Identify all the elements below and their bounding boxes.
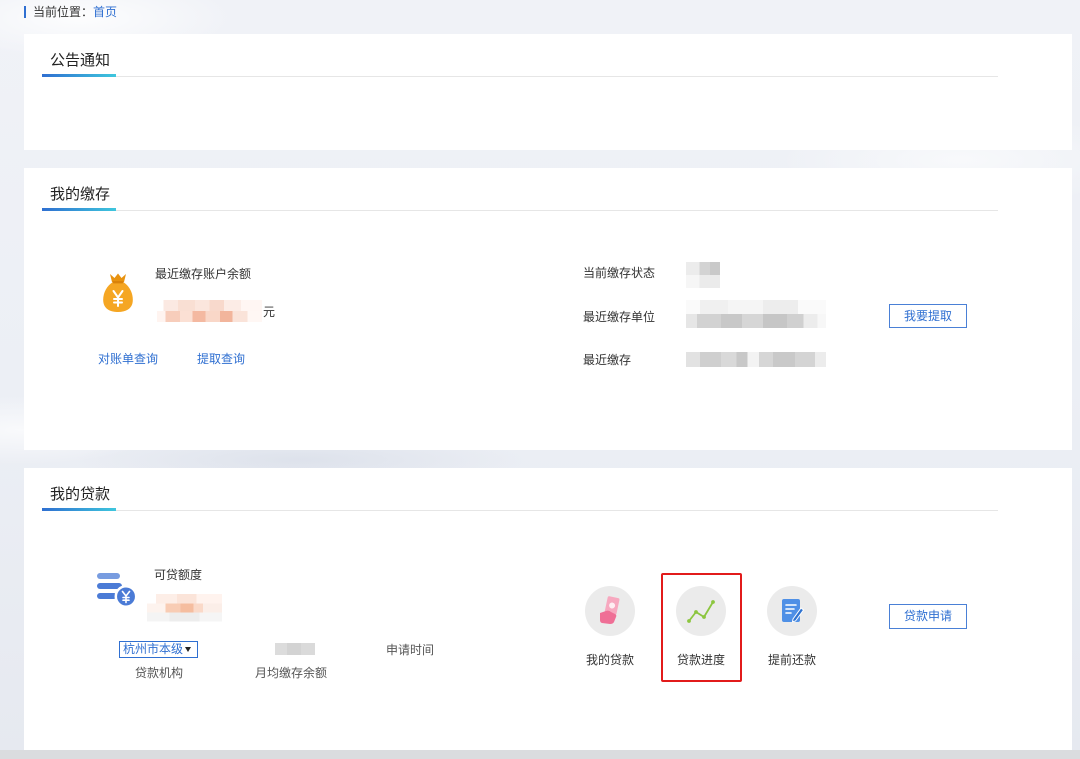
deposit-employer-label: 最近缴存单位 (583, 310, 656, 324)
notice-panel: 公告通知 (24, 34, 1072, 150)
statement-query-link[interactable]: 对账单查询 (98, 351, 158, 367)
withdraw-button[interactable]: 我要提取 (889, 304, 967, 328)
loan-quota-value-masked (147, 594, 222, 622)
withdrawal-query-link[interactable]: 提取查询 (197, 351, 245, 367)
breadcrumb-text: 当前位置：首页 (33, 4, 117, 20)
money-hand-icon (585, 586, 635, 636)
action-early-repayment[interactable]: 提前还款 (762, 586, 822, 668)
panel-title-divider (42, 510, 998, 511)
chevron-down-icon (185, 647, 191, 652)
coins-icon (97, 572, 137, 608)
balance-unit: 元 (263, 305, 276, 319)
loan-institution-select[interactable]: 杭州市本级 (119, 641, 198, 658)
page-bottom-strip (0, 750, 1080, 759)
loan-institution-label: 贷款机构 (135, 666, 184, 680)
balance-value-masked (157, 300, 262, 322)
panel-title-accent (42, 74, 116, 77)
loan-quota-label: 可贷额度 (154, 568, 203, 582)
breadcrumb-marker (24, 6, 26, 18)
loan-panel: 我的贷款 可贷额度 杭州市本级 贷款机构 月均缴存余额 申请时间 我的贷款 贷款… (24, 468, 1072, 750)
action-label: 我的贷款 (585, 653, 634, 667)
breadcrumb-home-link[interactable]: 首页 (93, 5, 117, 19)
panel-title-divider (42, 76, 998, 77)
action-label: 提前还款 (767, 653, 816, 667)
last-deposit-label: 最近缴存 (583, 353, 632, 367)
loan-panel-title: 我的贷款 (50, 485, 111, 503)
action-my-loan[interactable]: 我的贷款 (580, 586, 640, 668)
deposit-panel-title: 我的缴存 (50, 185, 111, 203)
notice-panel-title: 公告通知 (50, 51, 111, 69)
action-label: 贷款进度 (676, 653, 725, 667)
deposit-status-value-masked (686, 262, 720, 288)
panel-title-divider (42, 210, 998, 211)
deposit-employer-value-masked (686, 300, 826, 328)
loan-apply-button[interactable]: 贷款申请 (889, 604, 967, 629)
line-chart-icon (676, 586, 726, 636)
document-edit-icon (767, 586, 817, 636)
money-bag-icon (102, 272, 134, 312)
panel-title-accent (42, 208, 116, 211)
apply-time-label: 申请时间 (386, 643, 435, 657)
breadcrumb-label: 当前位置： (33, 5, 94, 19)
deposit-panel: 我的缴存 最近缴存账户余额 元 对账单查询 提取查询 当前缴存状态 最近缴存单位… (24, 168, 1072, 450)
panel-title-accent (42, 508, 116, 511)
avg-balance-value-masked (275, 643, 315, 655)
avg-balance-label: 月均缴存余额 (255, 666, 328, 680)
last-deposit-value-masked (686, 352, 826, 367)
action-loan-progress[interactable]: 贷款进度 (661, 573, 742, 682)
balance-label: 最近缴存账户余额 (155, 267, 252, 281)
deposit-status-label: 当前缴存状态 (583, 266, 656, 280)
loan-institution-selected: 杭州市本级 (123, 642, 184, 656)
